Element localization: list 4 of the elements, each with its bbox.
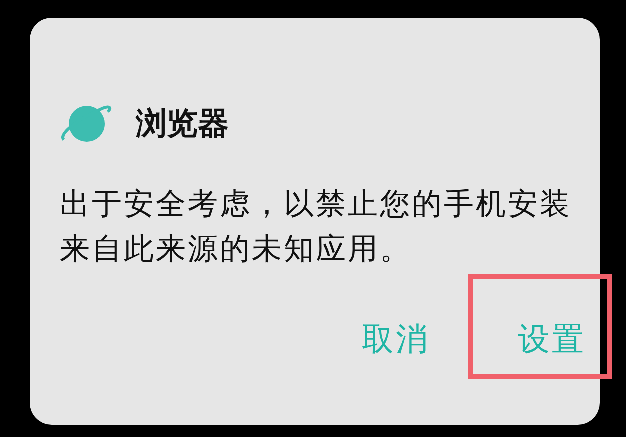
dialog-button[interactable]: 取消 bbox=[360, 314, 432, 366]
dialog-title: 浏览器 bbox=[136, 105, 229, 144]
dialog-button[interactable]: 设置 bbox=[516, 314, 588, 366]
dialog-message: 出于安全考虑，以禁止您的手机安装来自此来源的未知应用。 bbox=[60, 186, 573, 269]
